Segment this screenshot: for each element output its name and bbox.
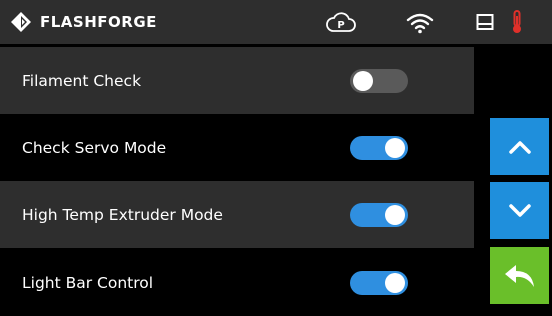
setting-label: Light Bar Control [22, 273, 154, 292]
wifi-icon[interactable] [406, 12, 434, 34]
svg-text:P: P [337, 20, 344, 31]
setting-row-filament-check: Filament Check [0, 47, 474, 114]
toggle-knob [385, 137, 405, 158]
filament-check-toggle[interactable] [350, 68, 408, 93]
scroll-up-button[interactable] [490, 118, 549, 175]
setting-label: Check Servo Mode [22, 138, 167, 157]
top-status-bar: FLASHFORGE P [0, 0, 552, 44]
back-button[interactable] [490, 247, 549, 304]
check-servo-mode-toggle[interactable] [350, 135, 408, 160]
toggle-knob [385, 272, 405, 293]
brand-logo: FLASHFORGE [10, 11, 157, 33]
cloud-p-icon[interactable]: P [325, 12, 357, 34]
thermometer-icon[interactable] [509, 9, 525, 35]
high-temp-extruder-mode-toggle[interactable] [350, 202, 408, 227]
flashforge-logo-icon [11, 12, 31, 32]
back-arrow-icon [504, 264, 534, 287]
setting-label: High Temp Extruder Mode [22, 205, 223, 224]
light-bar-control-toggle[interactable] [350, 270, 408, 295]
chevron-down-icon [508, 203, 531, 217]
toggle-knob [353, 70, 373, 91]
toggle-knob [385, 204, 405, 225]
printer-icon[interactable] [476, 12, 494, 32]
chevron-up-icon [508, 140, 531, 154]
setting-row-check-servo-mode: Check Servo Mode [0, 114, 474, 181]
setting-row-high-temp-extruder-mode: High Temp Extruder Mode [0, 181, 474, 248]
brand-name: FLASHFORGE [40, 13, 157, 31]
setting-row-light-bar-control: Light Bar Control [0, 249, 474, 316]
scroll-down-button[interactable] [490, 182, 549, 239]
setting-label: Filament Check [22, 71, 142, 90]
